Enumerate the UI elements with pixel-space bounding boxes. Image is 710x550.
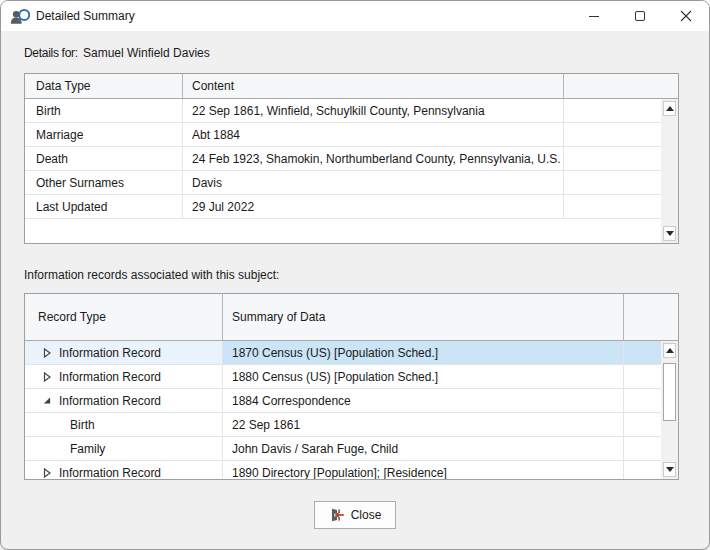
column-header-blank	[564, 74, 678, 98]
subject-name: Samuel Winfield Davies	[83, 46, 210, 60]
scroll-up-button[interactable]	[663, 101, 676, 116]
expand-icon[interactable]	[43, 468, 51, 478]
blank-cell	[564, 195, 661, 218]
close-button-label: Close	[351, 508, 382, 522]
blank-cell	[624, 341, 661, 364]
close-window-button[interactable]	[663, 1, 709, 31]
record-type-cell: Information Record	[25, 341, 223, 364]
arrow-up-icon	[666, 348, 674, 353]
content-cell: Davis	[183, 171, 564, 194]
facts-row[interactable]: MarriageAbt 1884	[25, 123, 661, 147]
exit-door-icon	[329, 507, 345, 523]
data-type-cell: Marriage	[25, 123, 183, 146]
blank-cell	[564, 123, 661, 146]
collapse-icon[interactable]	[43, 396, 51, 406]
records-label: Information records associated with this…	[24, 268, 279, 282]
records-scrollbar[interactable]	[661, 341, 678, 479]
record-row[interactable]: Information Record1880 Census (US) [Popu…	[25, 365, 661, 389]
summary-cell: 1870 Census (US) [Population Sched.]	[223, 341, 624, 364]
scroll-down-button[interactable]	[663, 226, 676, 241]
blank-cell	[624, 365, 661, 388]
close-icon	[680, 10, 692, 22]
content-cell: 24 Feb 1923, Shamokin, Northumberland Co…	[183, 147, 564, 170]
column-header-record-type[interactable]: Record Type	[25, 294, 223, 340]
column-header-blank	[624, 294, 678, 340]
maximize-icon	[635, 11, 645, 21]
window-title: Detailed Summary	[36, 9, 135, 23]
record-row[interactable]: Information Record1870 Census (US) [Popu…	[25, 341, 661, 365]
record-row[interactable]: Information Record1884 Correspondence	[25, 389, 661, 413]
record-type-cell: Information Record	[25, 365, 223, 388]
record-row[interactable]: FamilyJohn Davis / Sarah Fuge, Child	[25, 437, 661, 461]
content-cell: 22 Sep 1861, Winfield, Schuylkill County…	[183, 99, 564, 122]
record-type-cell: Information Record	[25, 461, 223, 479]
person-search-icon	[10, 6, 30, 26]
column-header-summary[interactable]: Summary of Data	[223, 294, 624, 340]
close-button[interactable]: Close	[314, 501, 396, 529]
facts-table-header: Data Type Content	[25, 74, 678, 99]
facts-row[interactable]: Last Updated29 Jul 2022	[25, 195, 661, 219]
scroll-up-button[interactable]	[663, 343, 676, 358]
facts-row[interactable]: Other SurnamesDavis	[25, 171, 661, 195]
blank-cell	[564, 171, 661, 194]
column-header-content[interactable]: Content	[183, 74, 564, 98]
summary-cell: 1890 Directory [Population]; [Residence]	[223, 461, 624, 479]
titlebar: Detailed Summary	[1, 1, 709, 31]
data-type-cell: Last Updated	[25, 195, 183, 218]
content-cell: Abt 1884	[183, 123, 564, 146]
scroll-down-button[interactable]	[663, 462, 676, 477]
record-type-cell: Information Record	[25, 389, 223, 412]
record-row[interactable]: Information Record1890 Directory [Popula…	[25, 461, 661, 479]
summary-cell: 1884 Correspondence	[223, 389, 624, 412]
column-header-data-type[interactable]: Data Type	[25, 74, 183, 98]
arrow-down-icon	[666, 231, 674, 236]
minimize-button[interactable]	[571, 1, 617, 31]
detailed-summary-dialog: Detailed Summary Details for: Samuel Win…	[0, 0, 710, 550]
arrow-down-icon	[666, 467, 674, 472]
summary-cell: 1880 Census (US) [Population Sched.]	[223, 365, 624, 388]
record-row[interactable]: Birth22 Sep 1861	[25, 413, 661, 437]
facts-scrollbar[interactable]	[661, 99, 678, 243]
maximize-button[interactable]	[617, 1, 663, 31]
content-cell: 29 Jul 2022	[183, 195, 564, 218]
facts-row[interactable]: Birth22 Sep 1861, Winfield, Schuylkill C…	[25, 99, 661, 123]
data-type-cell: Other Surnames	[25, 171, 183, 194]
blank-cell	[624, 461, 661, 479]
expand-icon[interactable]	[43, 348, 51, 358]
summary-cell: 22 Sep 1861	[223, 413, 624, 436]
arrow-up-icon	[666, 106, 674, 111]
record-type-cell: Family	[25, 437, 223, 460]
details-for-label: Details for:	[24, 46, 78, 60]
expand-icon[interactable]	[43, 372, 51, 382]
blank-cell	[564, 147, 661, 170]
blank-cell	[624, 437, 661, 460]
record-type-cell: Birth	[25, 413, 223, 436]
blank-cell	[564, 99, 661, 122]
blank-cell	[624, 413, 661, 436]
facts-table: Data Type Content Birth22 Sep 1861, Winf…	[24, 73, 679, 244]
records-table-header: Record Type Summary of Data	[25, 294, 678, 341]
blank-cell	[624, 389, 661, 412]
data-type-cell: Death	[25, 147, 183, 170]
summary-cell: John Davis / Sarah Fuge, Child	[223, 437, 624, 460]
minimize-icon	[589, 16, 599, 17]
data-type-cell: Birth	[25, 99, 183, 122]
facts-row[interactable]: Death24 Feb 1923, Shamokin, Northumberla…	[25, 147, 661, 171]
records-table: Record Type Summary of Data Information …	[24, 293, 679, 480]
scrollbar-thumb[interactable]	[663, 363, 676, 421]
